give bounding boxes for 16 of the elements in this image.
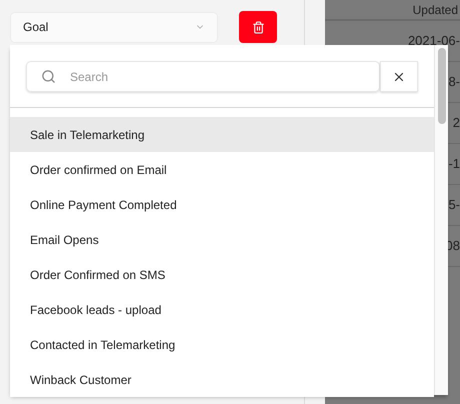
option-item[interactable]: Sale in Telemarketing	[10, 117, 434, 152]
table-cell-text: -1	[448, 155, 460, 174]
search-input[interactable]: Search	[70, 68, 365, 86]
table-cell-text: 2	[452, 114, 460, 132]
table-cell-text: 5-	[448, 196, 460, 214]
goal-select[interactable]: Goal	[10, 12, 218, 42]
delete-button[interactable]	[239, 11, 277, 43]
trash-icon	[252, 20, 264, 34]
search-field[interactable]: Search	[26, 61, 380, 92]
option-item[interactable]: Winback Customer	[10, 362, 434, 397]
scrollbar-thumb[interactable]	[438, 48, 446, 124]
search-icon	[41, 69, 56, 84]
table-cell-text: 2021-06-	[408, 32, 460, 50]
table-cell-text: 8-	[448, 73, 460, 92]
column-header: Updated	[412, 2, 459, 16]
close-button[interactable]	[380, 61, 418, 92]
